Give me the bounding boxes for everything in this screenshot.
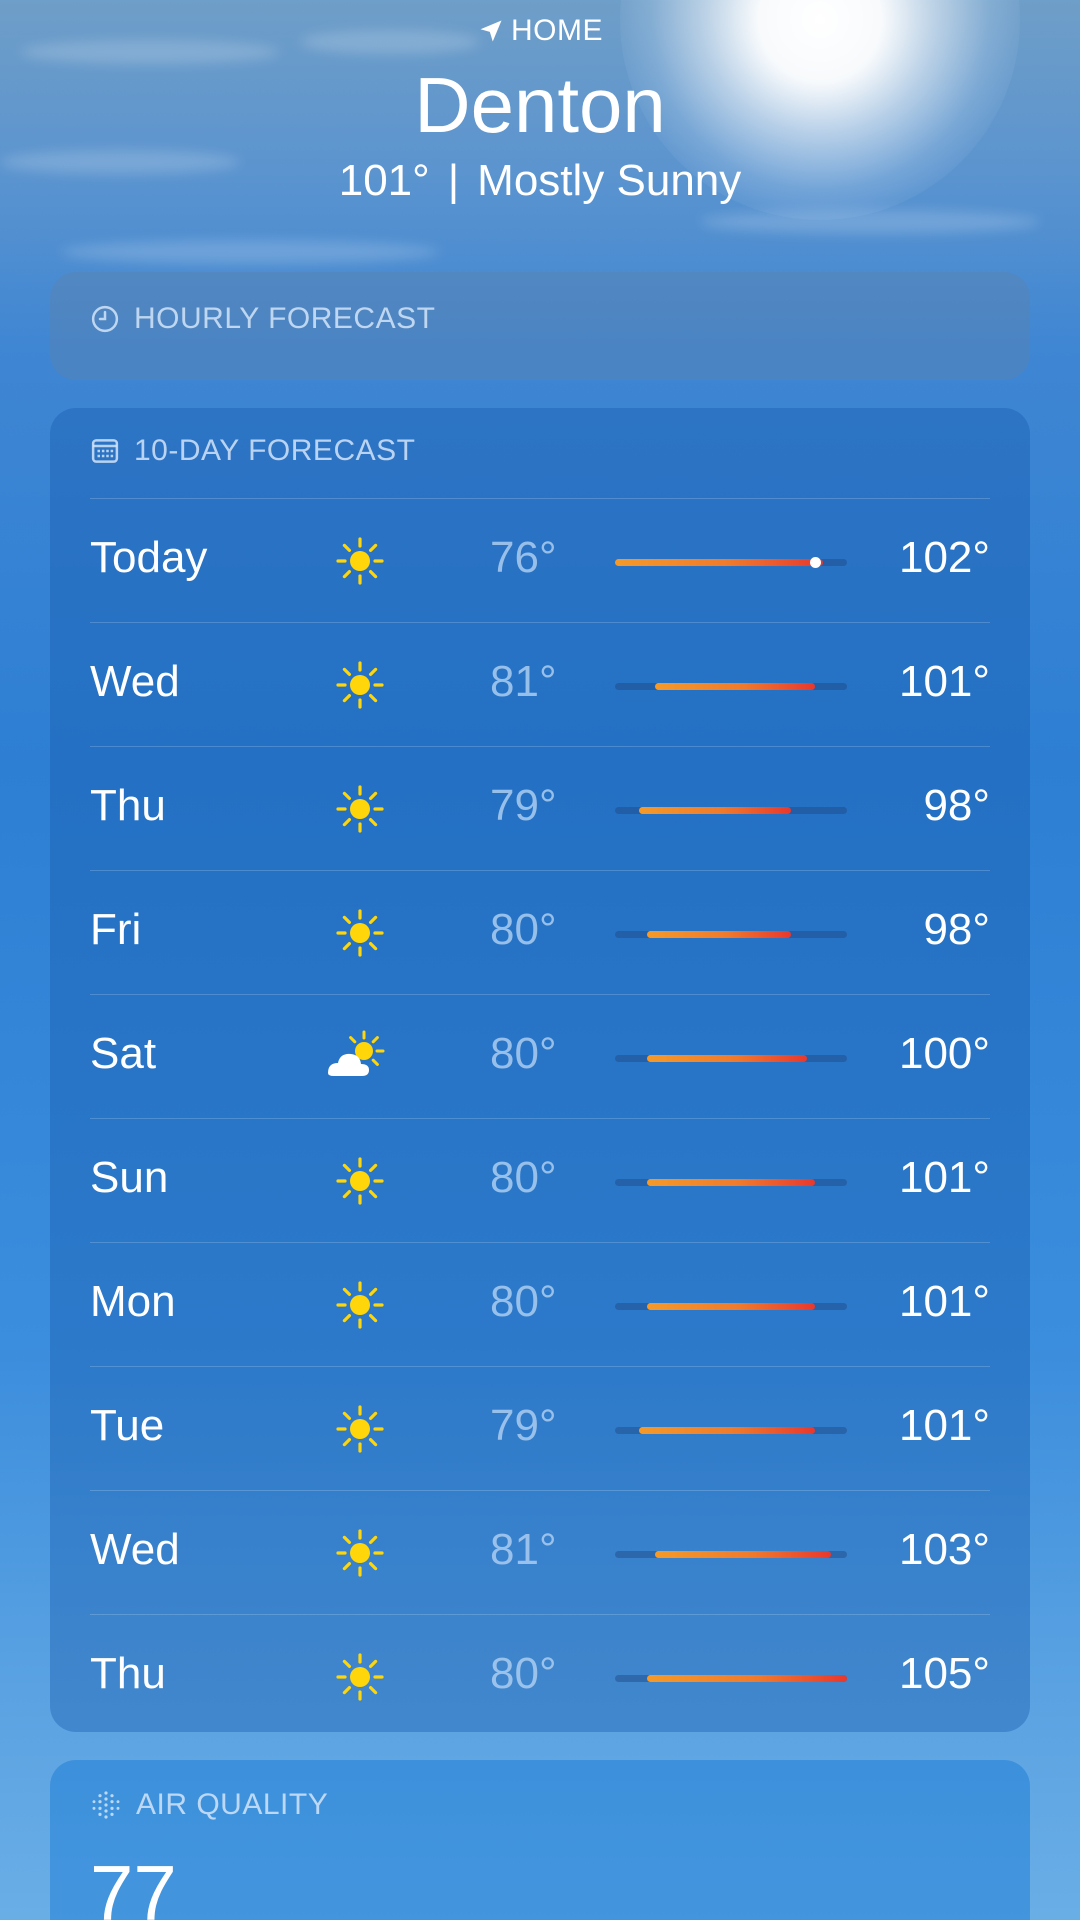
forecast-row: Fri 80° 98° — [90, 870, 990, 994]
current-conditions: 101° | Mostly Sunny — [0, 156, 1080, 206]
temp-range-track — [615, 1551, 847, 1558]
home-location-row: HOME — [0, 14, 1080, 48]
ten-day-forecast-label: 10-DAY FORECAST — [134, 434, 416, 467]
temp-range-bar — [655, 1551, 831, 1558]
temp-range-bar — [639, 1427, 815, 1434]
forecast-low-temp: 79° — [490, 1401, 557, 1450]
temp-range-bar — [647, 1675, 847, 1682]
temp-range-bar — [647, 1055, 807, 1062]
forecast-low-temp: 76° — [490, 533, 557, 582]
forecast-day-label: Today — [90, 533, 208, 582]
forecast-high-temp: 101° — [898, 1401, 990, 1450]
forecast-day-label: Sat — [90, 1029, 157, 1078]
forecast-row: Sat 80° 100° — [90, 994, 990, 1118]
cloud-streak — [700, 210, 1040, 234]
sun-icon — [330, 657, 390, 713]
forecast-low-temp: 80° — [490, 1153, 557, 1202]
sun-icon — [330, 533, 390, 589]
calendar-icon — [91, 439, 119, 463]
temp-range-bar — [615, 559, 823, 566]
air-quality-value: 77 — [90, 1849, 177, 1920]
forecast-row: Thu 80° 105° — [90, 1614, 990, 1738]
temp-range-track — [615, 1427, 847, 1434]
temp-range-bar — [647, 931, 791, 938]
temp-range-track — [615, 1303, 847, 1310]
forecast-low-temp: 80° — [490, 1649, 557, 1698]
temp-range-track — [615, 683, 847, 690]
hourly-forecast-title: HOURLY FORECAST — [90, 302, 435, 336]
forecast-day-label: Wed — [90, 657, 180, 706]
hourly-forecast-card[interactable]: HOURLY FORECAST — [50, 272, 1030, 380]
forecast-row: Tue 79° 101° — [90, 1366, 990, 1490]
temp-range-track — [615, 1179, 847, 1186]
sun-icon — [330, 1525, 390, 1581]
cloud-streak — [60, 240, 440, 264]
partly-cloudy-icon — [322, 1029, 385, 1085]
forecast-day-label: Wed — [90, 1525, 180, 1574]
forecast-low-temp: 81° — [490, 1525, 557, 1574]
forecast-day-label: Mon — [90, 1277, 176, 1326]
forecast-day-label: Thu — [90, 781, 166, 830]
forecast-low-temp: 79° — [490, 781, 557, 830]
current-temp: 101° — [338, 156, 430, 205]
air-quality-card[interactable]: AIR QUALITY 77 — [50, 1760, 1030, 1920]
ten-day-forecast-card[interactable]: 10-DAY FORECAST Today 76° 102° Wed 81° 101° Th… — [50, 408, 1030, 1732]
forecast-day-label: Tue — [90, 1401, 165, 1450]
forecast-low-temp: 81° — [490, 657, 557, 706]
forecast-high-temp: 98° — [923, 905, 990, 954]
sun-icon — [330, 1277, 390, 1333]
forecast-high-temp: 105° — [898, 1649, 990, 1698]
temp-range-bar — [647, 1179, 815, 1186]
sun-icon — [330, 781, 390, 837]
forecast-low-temp: 80° — [490, 1277, 557, 1326]
forecast-day-label: Thu — [90, 1649, 166, 1698]
sun-icon — [330, 905, 390, 961]
temp-range-track — [615, 1055, 847, 1062]
location-arrow-icon — [480, 20, 502, 42]
forecast-row: Wed 81° 103° — [90, 1490, 990, 1614]
temp-range-bar — [655, 683, 815, 690]
sun-icon — [330, 1401, 390, 1457]
air-quality-label: AIR QUALITY — [136, 1788, 329, 1821]
current-temp-marker — [809, 557, 821, 568]
clock-icon — [91, 305, 119, 333]
forecast-high-temp: 102° — [898, 533, 990, 582]
condition-text: Mostly Sunny — [477, 156, 742, 205]
forecast-day-label: Fri — [90, 905, 142, 954]
forecast-low-temp: 80° — [490, 905, 557, 954]
forecast-row: Thu 79° 98° — [90, 746, 990, 870]
air-quality-title: AIR QUALITY — [90, 1788, 328, 1822]
temp-range-track — [615, 1675, 847, 1682]
city-name: Denton — [414, 61, 666, 149]
temp-range-track — [615, 931, 847, 938]
ten-day-forecast-title: 10-DAY FORECAST — [90, 434, 415, 468]
temp-range-track — [615, 807, 847, 814]
sun-icon — [330, 1649, 390, 1705]
forecast-day-label: Sun — [90, 1153, 169, 1202]
forecast-row: Wed 81° 101° — [90, 622, 990, 746]
forecast-high-temp: 100° — [898, 1029, 990, 1078]
forecast-row: Sun 80° 101° — [90, 1118, 990, 1242]
forecast-high-temp: 101° — [898, 1277, 990, 1326]
temp-range-bar — [639, 807, 791, 814]
forecast-high-temp: 98° — [923, 781, 990, 830]
home-label: HOME — [511, 14, 603, 47]
forecast-high-temp: 103° — [898, 1525, 990, 1574]
sun-icon — [330, 1153, 390, 1209]
forecast-row: Mon 80° 101° — [90, 1242, 990, 1366]
conditions-separator: | — [447, 156, 460, 205]
forecast-high-temp: 101° — [898, 657, 990, 706]
forecast-row: Today 76° 102° — [90, 498, 990, 622]
air-quality-dots-icon — [92, 1791, 120, 1819]
forecast-list: Today 76° 102° Wed 81° 101° Thu 79° 98° Fri 80° 98°… — [90, 498, 990, 1738]
temp-range-track — [615, 557, 847, 568]
hourly-forecast-label: HOURLY FORECAST — [134, 302, 436, 335]
temp-range-bar — [647, 1303, 815, 1310]
forecast-low-temp: 80° — [490, 1029, 557, 1078]
forecast-high-temp: 101° — [898, 1153, 990, 1202]
